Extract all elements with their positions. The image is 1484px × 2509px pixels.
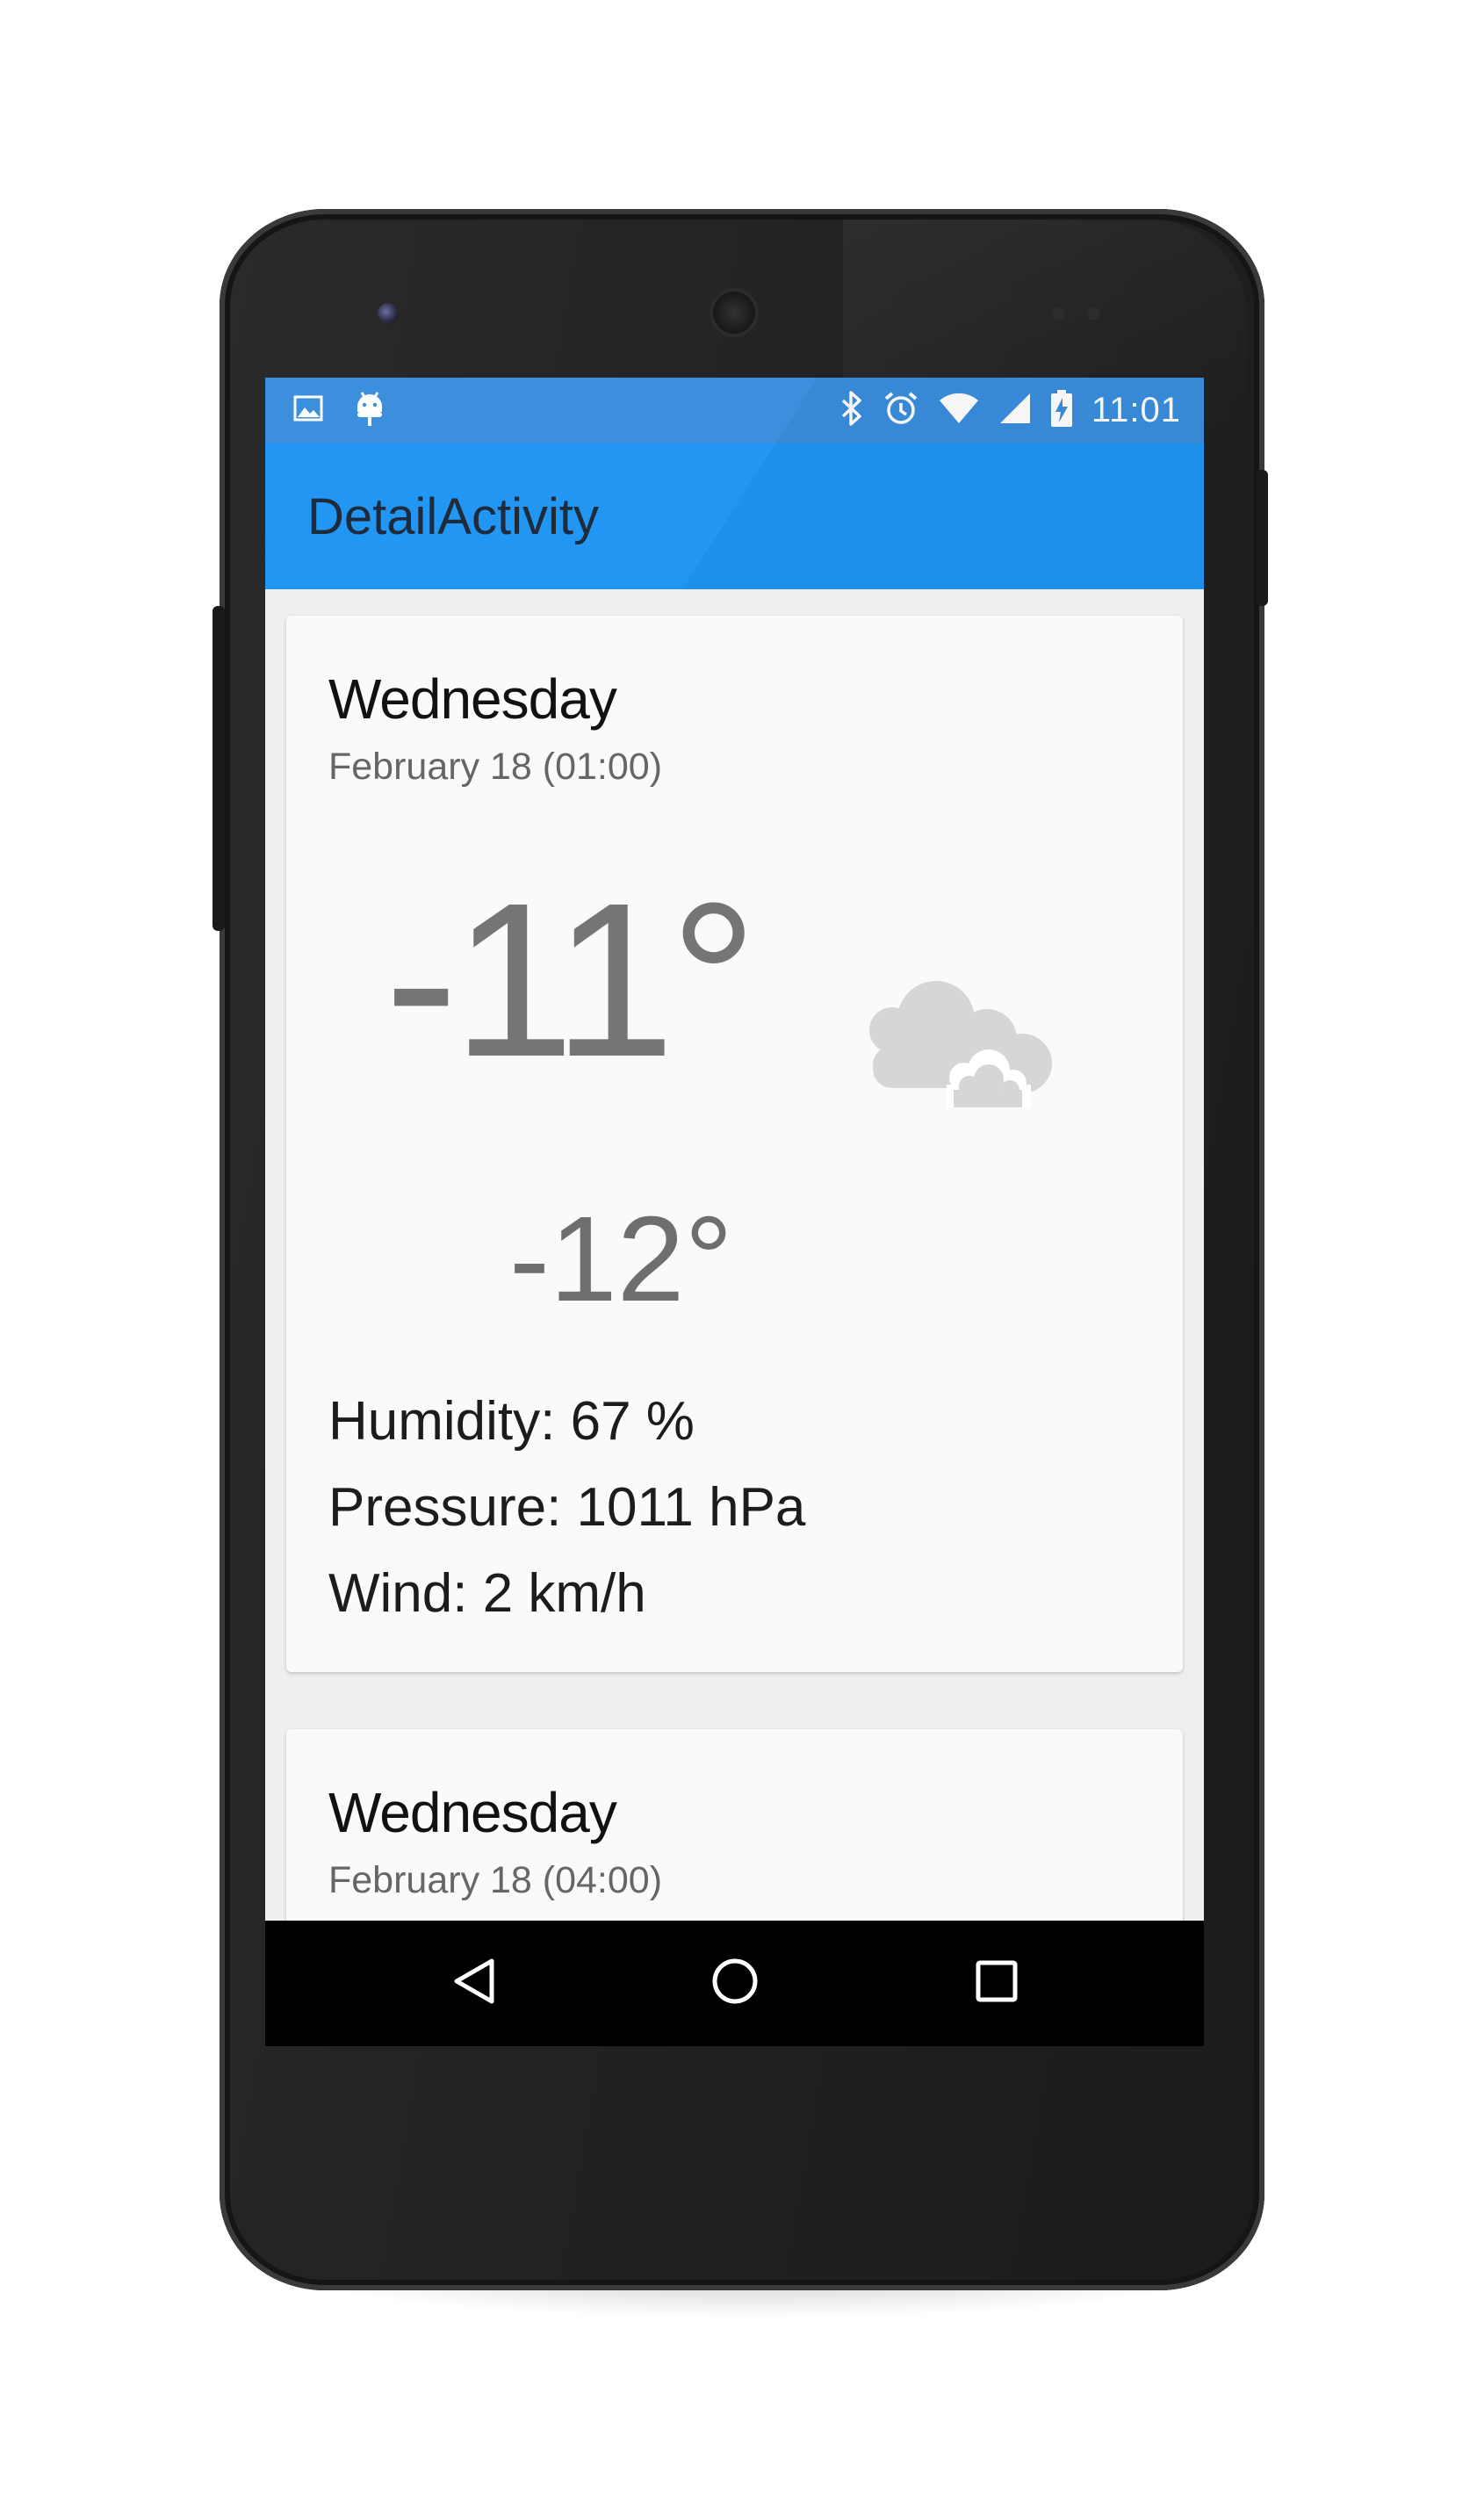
forecast-date: February 18 (04:00): [328, 1859, 663, 1901]
home-button[interactable]: [674, 1921, 796, 2046]
humidity-text: Humidity: 67 %: [328, 1391, 695, 1452]
back-icon: [451, 1957, 499, 2010]
notification-icons: [293, 378, 385, 443]
high-temperature: -11°: [385, 857, 758, 1102]
app-bar-title: DetailActivity: [307, 487, 599, 545]
wind-text: Wind: 2 km/h: [328, 1563, 646, 1624]
screen: 11:01 DetailActivity Wednesday February …: [265, 378, 1204, 2046]
proximity-sensor: [1052, 307, 1064, 320]
volume-button: [213, 606, 225, 931]
cloudy-icon: [855, 976, 1057, 1107]
light-sensor: [1087, 307, 1099, 320]
power-button: [1256, 470, 1268, 606]
forecast-list[interactable]: Wednesday February 18 (01:00) -11° -12° …: [265, 589, 1204, 1947]
navigation-bar: [265, 1921, 1204, 2046]
forecast-card[interactable]: Wednesday February 18 (01:00) -11° -12° …: [286, 616, 1183, 1672]
android-notification-icon: [355, 389, 385, 432]
back-button[interactable]: [414, 1921, 537, 2046]
forecast-card[interactable]: Wednesday February 18 (04:00): [286, 1729, 1183, 1947]
pressure-text: Pressure: 1011 hPa: [328, 1477, 806, 1538]
forecast-date: February 18 (01:00): [328, 746, 663, 788]
front-camera: [378, 303, 399, 324]
recents-icon: [975, 1959, 1019, 2008]
forecast-day: Wednesday: [328, 1781, 617, 1844]
home-icon: [710, 1957, 760, 2010]
earpiece-speaker: [710, 288, 759, 337]
recents-button[interactable]: [935, 1921, 1058, 2046]
low-temperature: -12°: [509, 1192, 733, 1327]
forecast-day: Wednesday: [328, 667, 617, 731]
image-notification-icon: [293, 395, 323, 426]
